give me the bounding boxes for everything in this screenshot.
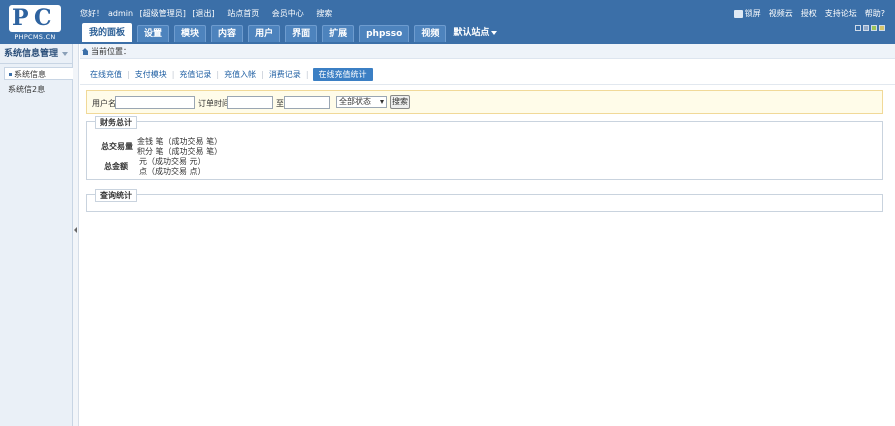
- points-amount: 点（成功交易 点）: [139, 167, 206, 176]
- order-time-label: 订单时间: [198, 99, 230, 108]
- username: admin: [108, 9, 134, 18]
- total-amount-label: 总金额: [104, 162, 128, 171]
- finance-summary-legend: 财务总计: [95, 116, 137, 129]
- query-statistics-legend: 查询统计: [95, 189, 137, 202]
- home-icon: [82, 48, 89, 55]
- logout-link[interactable]: [退出]: [192, 9, 214, 18]
- search-bar: 用户名 订单时间 至 全部状态 搜索: [86, 90, 883, 114]
- sidebar-item-system-info[interactable]: 系统信息: [4, 67, 73, 80]
- search-button[interactable]: 搜索: [390, 95, 410, 109]
- to-label: 至: [276, 99, 284, 108]
- tab-users[interactable]: 用户: [248, 25, 281, 42]
- logo-mark: PC: [9, 5, 61, 32]
- chevron-down-icon: [380, 100, 384, 104]
- tab-my-panel[interactable]: 我的面板: [82, 23, 133, 42]
- subnav-payment-module[interactable]: 支付模块: [130, 69, 172, 80]
- skin-gray-icon[interactable]: [863, 25, 869, 31]
- total-volume-label: 总交易量: [101, 142, 133, 151]
- chevron-left-icon: [74, 227, 77, 233]
- greeting: 您好！: [80, 9, 104, 18]
- site-selector[interactable]: 默认站点: [453, 25, 498, 42]
- tab-modules[interactable]: 模块: [174, 25, 207, 42]
- phpcms-logo[interactable]: PC PHPCMS.CN: [9, 5, 61, 41]
- right-links: 锁屏 视频云 授权 支持论坛 帮助?: [733, 8, 885, 19]
- sub-nav: 在线充值 | 支付模块 | 充值记录 | 充值入帐 | 消费记录 | 在线充值统计: [85, 68, 373, 81]
- video-cloud-link[interactable]: 视频云: [769, 8, 793, 19]
- site-home-link[interactable]: 站点首页: [227, 9, 259, 18]
- subnav-online-recharge[interactable]: 在线充值: [85, 69, 127, 80]
- tab-interface[interactable]: 界面: [285, 25, 318, 42]
- lock-icon: [733, 9, 743, 18]
- skin-yellow-icon[interactable]: [879, 25, 885, 31]
- tab-settings[interactable]: 设置: [137, 25, 170, 42]
- user-info-bar: 您好！ admin [超级管理员] [退出] 站点首页 会员中心 搜索: [80, 8, 336, 19]
- breadcrumb: 当前位置：: [80, 44, 895, 59]
- subnav-recharge-records[interactable]: 充值记录: [174, 69, 216, 80]
- end-date-input[interactable]: [284, 96, 330, 109]
- support-forum-link[interactable]: 支持论坛: [825, 8, 857, 19]
- tab-extensions[interactable]: 扩展: [322, 25, 355, 42]
- bullet-icon: [9, 73, 12, 76]
- lock-screen-link[interactable]: 锁屏: [733, 8, 761, 19]
- sidebar-item-system-info-2[interactable]: 系统信2息: [4, 83, 73, 96]
- username-input[interactable]: [115, 96, 195, 109]
- help-link[interactable]: 帮助?: [865, 8, 885, 19]
- subnav-recharge-entry[interactable]: 充值入帐: [219, 69, 261, 80]
- left-sidebar: 系统信息管理 系统信息 系统信2息: [0, 44, 73, 426]
- sidebar-title[interactable]: 系统信息管理: [0, 44, 72, 64]
- member-center-link[interactable]: 会员中心: [272, 9, 304, 18]
- status-select[interactable]: 全部状态: [336, 96, 387, 108]
- query-statistics-panel: 查询统计: [86, 189, 883, 212]
- divider: [80, 84, 895, 85]
- chevron-down-icon: [491, 30, 498, 35]
- skin-green-icon[interactable]: [871, 25, 877, 31]
- search-link[interactable]: 搜索: [316, 9, 332, 18]
- logo-text: PHPCMS.CN: [14, 33, 56, 41]
- start-date-input[interactable]: [227, 96, 273, 109]
- header: PC PHPCMS.CN 您好！ admin [超级管理员] [退出] 站点首页 …: [0, 0, 895, 44]
- skin-switcher: [855, 25, 885, 31]
- subnav-recharge-statistics[interactable]: 在线充值统计: [312, 68, 373, 81]
- license-link[interactable]: 授权: [801, 8, 817, 19]
- tab-content[interactable]: 内容: [211, 25, 244, 42]
- username-label: 用户名: [92, 99, 116, 108]
- finance-summary-panel: 财务总计 总交易量 金钱 笔（成功交易 笔） 积分 笔（成功交易 笔） 总金额 …: [86, 116, 883, 180]
- main-nav: 我的面板 设置 模块 内容 用户 界面 扩展 phpsso 视频 默认站点: [82, 23, 498, 42]
- sidebar-collapse-handle[interactable]: [73, 44, 79, 426]
- main-content: 当前位置： 在线充值 | 支付模块 | 充值记录 | 充值入帐 | 消费记录 | 在线充值…: [80, 44, 895, 426]
- tab-video[interactable]: 视频: [414, 25, 447, 42]
- chevron-down-icon: [62, 52, 68, 56]
- subnav-consumption-records[interactable]: 消费记录: [264, 69, 306, 80]
- skin-blue-icon[interactable]: [855, 25, 861, 31]
- tab-phpsso[interactable]: phpsso: [359, 25, 410, 42]
- user-role: [超级管理员]: [139, 9, 186, 18]
